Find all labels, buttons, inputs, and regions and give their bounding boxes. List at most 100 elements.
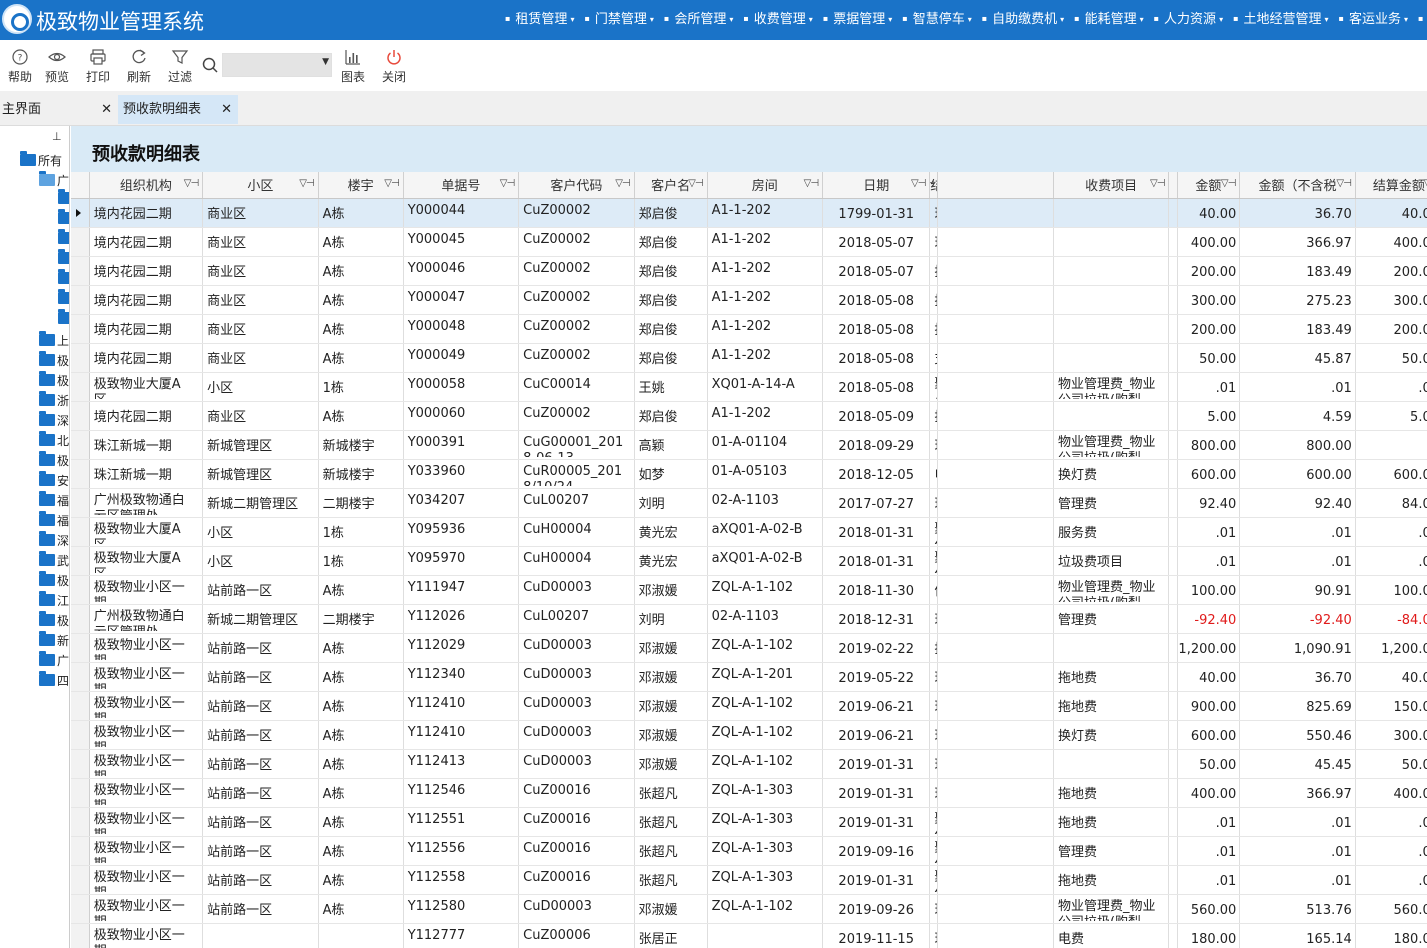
table-row[interactable]: 境内花园二期 商业区 A栋 Y000045 CuZ00002 郑启俊 A1-1-202 201… — [71, 227, 1427, 257]
table-row[interactable]: 境内花园二期 商业区 A栋 Y000049 CuZ00002 郑启俊 A1-1-202 201… — [71, 343, 1427, 373]
filter-pin-icon[interactable]: ▽⊣ — [804, 178, 819, 189]
table-row[interactable]: 境内花园二期 商业区 A栋 Y000044 CuZ00002 郑启俊 A1-1-202 179… — [71, 198, 1427, 228]
column-header[interactable]: 结算金额▽⊣ — [1355, 172, 1427, 199]
tree-node-child[interactable]: 广 — [39, 171, 69, 190]
nav-item-4[interactable]: ▪ 票据管理 ▾ — [823, 0, 895, 40]
tab-main[interactable]: 主界面 ✕ — [0, 95, 118, 124]
tree-node[interactable]: 浙 — [39, 391, 69, 410]
table-row[interactable]: 珠江新城一期新城管理区新城楼宇Y033960CuR00005_2018/10/2… — [71, 459, 1427, 489]
nav-item-3[interactable]: ▪ 收费管理 ▾ — [743, 0, 815, 40]
nav-item-1[interactable]: ▪ 门禁管理 ▾ — [584, 0, 656, 40]
nav-item-10[interactable]: ▪ 客运业务 ▾ — [1339, 0, 1411, 40]
column-header[interactable]: 客户代码 ▽⊣ — [518, 172, 635, 199]
close-icon[interactable]: ✕ — [221, 95, 232, 124]
tree-node[interactable]: 北 — [39, 431, 69, 450]
filter-pin-icon[interactable]: ▽⊣ — [930, 178, 935, 189]
tree-node-root[interactable]: 所有 — [20, 151, 62, 170]
tree-node[interactable]: 极 — [39, 571, 69, 590]
nav-item-6[interactable]: ▪ 自助缴费机 ▾ — [982, 0, 1067, 40]
table-row[interactable]: 极致物业小区一期站前路一区A栋Y111947CuD00003邓淑媛ZQL-A-1… — [71, 575, 1427, 605]
row-selector[interactable] — [71, 401, 90, 431]
filter-pin-icon[interactable]: ▽⊣ — [1221, 178, 1236, 189]
preview-button[interactable]: 预览 — [37, 44, 77, 85]
chevron-down-icon[interactable]: ▼ — [322, 57, 329, 67]
column-header[interactable]: 日期 ▽⊣ — [822, 172, 931, 199]
tree-node[interactable]: 福 — [39, 511, 69, 530]
column-spacer[interactable] — [937, 172, 1054, 199]
table-row[interactable]: 广州极致物通白云区管理处新城二期管理区二期楼宇Y034207CuL00207刘明… — [71, 488, 1427, 518]
row-selector[interactable] — [71, 778, 90, 808]
tree-leaf[interactable] — [58, 289, 69, 310]
table-row[interactable]: 极致物业小区一期站前路一区A栋Y112558CuZ00016张超凡ZQL-A-1… — [71, 865, 1427, 895]
row-selector[interactable] — [71, 894, 90, 924]
table-row[interactable]: 境内花园二期 商业区 A栋 Y000047 CuZ00002 郑启俊 A1-1-202 201… — [71, 285, 1427, 315]
tree-node[interactable]: 新 — [39, 631, 69, 650]
row-selector[interactable] — [71, 285, 90, 315]
filter-button[interactable]: 过滤 — [160, 44, 200, 85]
filter-pin-icon[interactable]: ▽⊣ — [1336, 178, 1351, 189]
tree-node[interactable]: 广 — [39, 651, 69, 670]
filter-pin-icon[interactable]: ▽⊣ — [299, 178, 314, 189]
table-row[interactable]: 极致物业小区一期站前路一区A栋Y112551CuZ00016张超凡ZQL-A-1… — [71, 807, 1427, 837]
row-selector[interactable] — [71, 604, 90, 634]
help-button[interactable]: ? 帮助 — [0, 44, 40, 85]
column-header[interactable]: 房间 ▽⊣ — [707, 172, 824, 199]
row-selector[interactable] — [71, 227, 90, 257]
table-row[interactable]: 极致物业大厦A区小区1栋Y095970CuH00004黄光宏aXQ01-A-02… — [71, 546, 1427, 576]
tree-leaf[interactable] — [58, 229, 69, 250]
tree-node[interactable]: 极 — [39, 611, 69, 630]
row-selector[interactable] — [71, 633, 90, 663]
tree-node[interactable]: 极 — [39, 451, 69, 470]
column-header[interactable]: 结算方式▽⊣ — [929, 172, 939, 199]
filter-pin-icon[interactable]: ▽⊣ — [1150, 178, 1165, 189]
close-button[interactable]: 关闭 — [374, 44, 414, 85]
close-icon[interactable]: ✕ — [101, 95, 112, 124]
table-row[interactable]: 极致物业大厦A区小区1栋Y000058CuC00014王姚XQ01-A-14-A… — [71, 372, 1427, 402]
filter-pin-icon[interactable]: ▽⊣ — [911, 178, 926, 189]
row-selector[interactable] — [71, 343, 90, 373]
filter-pin-icon[interactable]: ▽⊣ — [184, 178, 199, 189]
row-selector[interactable] — [71, 923, 90, 948]
row-selector[interactable] — [71, 575, 90, 605]
table-row[interactable]: 极致物业小区一期站前路一区A栋Y112410CuD00003邓淑媛ZQL-A-1… — [71, 691, 1427, 721]
nav-item-0[interactable]: ▪ 租赁管理 ▾ — [505, 0, 577, 40]
table-row[interactable]: 境内花园二期 商业区 A栋 Y000060 CuZ00002 郑启俊 A1-1-202 201… — [71, 401, 1427, 431]
column-header[interactable]: 组织机构 ▽⊣ — [89, 172, 204, 199]
nav-item-8[interactable]: ▪ 人力资源 ▾ — [1154, 0, 1226, 40]
row-selector[interactable] — [71, 807, 90, 837]
tree-node[interactable]: 极 — [39, 351, 69, 370]
table-row[interactable]: 极致物业小区一期站前路一区A栋Y112410CuD00003邓淑媛ZQL-A-1… — [71, 720, 1427, 750]
row-selector[interactable] — [71, 488, 90, 518]
table-row[interactable]: 极致物业小区一期 Y112777CuZ00006张居正 2019-11-15现金 电费… — [71, 923, 1427, 948]
tree-leaf[interactable] — [58, 249, 69, 270]
row-selector[interactable] — [71, 517, 90, 547]
column-header[interactable]: 小区 ▽⊣ — [202, 172, 319, 199]
nav-item-7[interactable]: ▪ 能耗管理 ▾ — [1074, 0, 1146, 40]
row-selector[interactable] — [71, 372, 90, 402]
tree-node[interactable]: 深 — [39, 531, 69, 550]
print-button[interactable]: 打印 — [78, 44, 118, 85]
filter-pin-icon[interactable]: ▽⊣ — [500, 178, 515, 189]
row-selector[interactable] — [71, 749, 90, 779]
row-selector[interactable] — [71, 459, 90, 489]
table-row[interactable]: 境内花园二期 商业区 A栋 Y000048 CuZ00002 郑启俊 A1-1-202 201… — [71, 314, 1427, 344]
row-selector[interactable] — [71, 836, 90, 866]
tree-leaf[interactable] — [58, 209, 69, 230]
table-row[interactable]: 广州极致物通白云区管理处新城二期管理区二期楼宇Y112026CuL00207刘明… — [71, 604, 1427, 634]
column-spacer[interactable] — [1168, 172, 1178, 199]
tree-node[interactable]: 上 — [39, 331, 69, 350]
table-row[interactable]: 境内花园二期 商业区 A栋 Y000046 CuZ00002 郑启俊 A1-1-202 201… — [71, 256, 1427, 286]
filter-pin-icon[interactable]: ▽⊣ — [384, 178, 399, 189]
column-header[interactable]: 单据号 ▽⊣ — [403, 172, 520, 199]
filter-pin-icon[interactable]: ▽⊣ — [1424, 178, 1427, 189]
filter-pin-icon[interactable]: ▽⊣ — [688, 178, 703, 189]
table-row[interactable]: 极致物业大厦A区小区1栋Y095936CuH00004黄光宏aXQ01-A-02… — [71, 517, 1427, 547]
tree-node[interactable]: 福 — [39, 491, 69, 510]
table-row[interactable]: 极致物业小区一期站前路一区A栋Y112556CuZ00016张超凡ZQL-A-1… — [71, 836, 1427, 866]
row-selector[interactable] — [71, 198, 90, 228]
table-row[interactable]: 极致物业小区一期站前路一区A栋Y112340CuD00003邓淑媛ZQL-A-1… — [71, 662, 1427, 692]
tree-leaf[interactable] — [58, 269, 69, 290]
column-header[interactable]: 楼宇 ▽⊣ — [318, 172, 404, 199]
search-icon[interactable] — [201, 56, 219, 78]
row-selector-header[interactable] — [71, 172, 90, 199]
